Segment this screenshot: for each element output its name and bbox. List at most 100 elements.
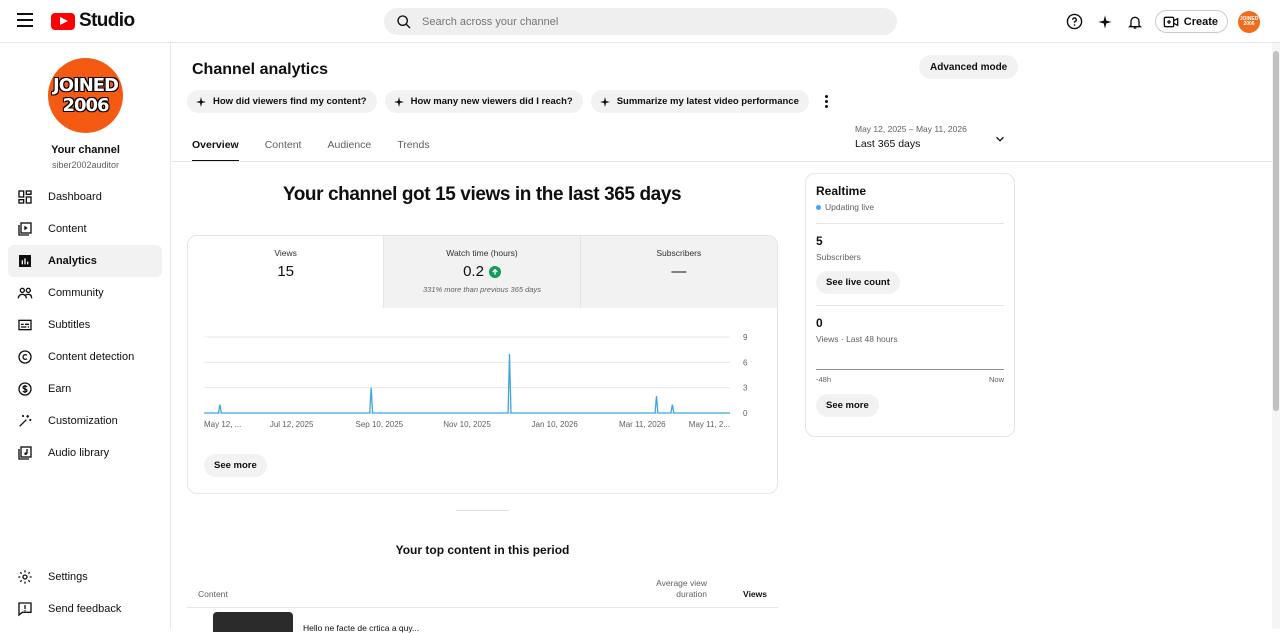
search-bar[interactable]	[384, 8, 897, 35]
sidebar-item-label: Customization	[48, 415, 118, 427]
sidebar-item-settings[interactable]: Settings	[8, 561, 162, 593]
dashboard-icon	[18, 190, 32, 204]
chip-label: How did viewers find my content?	[213, 96, 367, 107]
sidebar-item-subtitles[interactable]: Subtitles	[8, 309, 162, 341]
realtime-title: Realtime	[816, 184, 867, 198]
tab-trends[interactable]: Trends	[397, 139, 429, 161]
community-icon	[17, 287, 33, 299]
sidebar-item-label: Earn	[48, 383, 72, 395]
column-views[interactable]: Views	[727, 589, 767, 599]
metric-watch-time[interactable]: Watch time (hours) 0.2 331% more than pr…	[384, 236, 581, 308]
top-content-header: Content Average view duration Views	[187, 574, 778, 608]
advanced-mode-button[interactable]: Advanced mode	[919, 55, 1019, 79]
chevron-down-icon	[996, 136, 1004, 142]
metric-tabs: Views 15 Watch time (hours) 0.2 331% mor…	[188, 236, 777, 308]
sidebar-item-label: Subtitles	[48, 319, 91, 331]
sidebar-item-dashboard[interactable]: Dashboard	[8, 181, 162, 213]
analytics-tabs: Overview Content Audience Trends	[192, 139, 430, 162]
sidebar-item-customization[interactable]: Customization	[8, 405, 162, 437]
section-divider	[456, 510, 509, 511]
realtime-see-more-button[interactable]: See more	[816, 394, 879, 417]
sidebar-item-earn[interactable]: Earn	[8, 373, 162, 405]
tab-audience[interactable]: Audience	[327, 139, 371, 161]
scrollbar-thumb[interactable]	[1273, 51, 1279, 411]
views-label: Views · Last 48 hours	[816, 334, 898, 344]
video-thumbnail[interactable]	[213, 612, 293, 632]
account-avatar[interactable]: JOINED 2006	[1238, 10, 1260, 33]
sidebar-item-send-feedback[interactable]: Send feedback	[8, 593, 162, 625]
page-scrollbar[interactable]	[1272, 43, 1280, 629]
sidebar-item-community[interactable]: Community	[8, 277, 162, 309]
video-title[interactable]: Hello ne facte de crtica a quy...	[303, 623, 419, 633]
y-tick-label: 3	[743, 384, 748, 393]
help-icon[interactable]	[1065, 12, 1085, 32]
brand-text: Studio	[79, 10, 135, 31]
subtitles-icon	[18, 319, 32, 331]
x-tick-label: Jan 10, 2026	[532, 420, 579, 429]
notifications-icon[interactable]	[1125, 12, 1145, 32]
gear-icon	[18, 570, 32, 584]
x-tick-label: Sep 10, 2025	[356, 420, 404, 429]
channel-handle: siber2002auditor	[51, 160, 120, 170]
chip-viewers-find[interactable]: How did viewers find my content?	[187, 90, 377, 113]
content-icon	[18, 222, 32, 236]
sidebar: JOINED 2006 Your channel siber2002audito…	[0, 43, 171, 629]
metric-value: —	[671, 263, 687, 280]
axis-line	[816, 369, 1004, 370]
tab-overview[interactable]: Overview	[192, 139, 239, 162]
chip-label: How many new viewers did I reach?	[410, 96, 573, 107]
column-average-view-duration[interactable]: Average view duration	[627, 578, 707, 600]
chip-summarize[interactable]: Summarize my latest video performance	[590, 90, 809, 113]
arrow-up-icon	[488, 265, 501, 278]
axis-left-label: -48h	[816, 375, 832, 384]
main-content: Channel analytics Advanced mode How did …	[172, 43, 1272, 633]
x-tick-label: Nov 10, 2025	[443, 420, 491, 429]
live-dot-icon	[816, 204, 821, 210]
subscribers-label: Subscribers	[816, 252, 861, 262]
metric-views[interactable]: Views 15	[188, 236, 385, 308]
see-live-count-button[interactable]: See live count	[816, 271, 900, 294]
youtube-play-icon	[51, 12, 75, 30]
metric-label: Views	[274, 248, 297, 258]
channel-avatar[interactable]: JOINED 2006	[48, 58, 123, 133]
tab-content[interactable]: Content	[265, 139, 302, 161]
date-range-dates: May 12, 2025 – May 11, 2026	[855, 124, 967, 134]
sidebar-item-content-detection[interactable]: Content detection	[8, 341, 162, 373]
page-title: Channel analytics	[192, 61, 329, 78]
tabs-divider	[172, 161, 1272, 162]
see-more-button[interactable]: See more	[204, 454, 267, 477]
overview-card: Views 15 Watch time (hours) 0.2 331% mor…	[187, 235, 778, 494]
subscribers-count: 5	[816, 234, 823, 248]
date-range-label: Last 365 days	[855, 138, 921, 150]
magic-wand-icon	[19, 415, 32, 427]
chip-new-viewers[interactable]: How many new viewers did I reach?	[384, 90, 583, 113]
sidebar-bottom: Settings Send feedback	[8, 561, 162, 625]
y-tick-label: 9	[743, 333, 748, 342]
channel-name: Your channel	[51, 144, 120, 156]
more-options-icon[interactable]	[819, 94, 835, 110]
y-tick-label: 6	[743, 358, 748, 367]
chip-label: Summarize my latest video performance	[616, 96, 799, 107]
search-input[interactable]	[422, 15, 862, 28]
sidebar-item-label: Settings	[48, 571, 88, 583]
create-button[interactable]: Create	[1154, 10, 1228, 33]
search-icon	[397, 14, 411, 28]
sidebar-item-label: Analytics	[48, 255, 97, 267]
studio-logo[interactable]: Studio	[51, 10, 135, 32]
metric-label: Watch time (hours)	[446, 248, 518, 258]
sidebar-item-audio-library[interactable]: Audio library	[8, 437, 162, 469]
top-content-title: Your top content in this period	[395, 543, 570, 557]
menu-icon[interactable]	[17, 13, 33, 27]
sidebar-item-label: Community	[48, 287, 104, 299]
date-range-picker[interactable]: May 12, 2025 – May 11, 2026 Last 365 day…	[855, 124, 1007, 154]
sparkle-icon[interactable]	[1095, 12, 1115, 32]
top-bar: Studio Create JOINED 2006	[0, 0, 1280, 43]
sidebar-item-content[interactable]: Content	[8, 213, 162, 245]
sidebar-item-analytics[interactable]: Analytics	[8, 245, 162, 277]
video-camera-add-icon	[1163, 16, 1179, 27]
analytics-icon	[19, 255, 31, 267]
metric-value: 15	[277, 263, 294, 280]
metric-subscribers[interactable]: Subscribers —	[580, 236, 777, 308]
views-line-chart: 0 3 6 9 May 12, ... Jul 12, 2025 Sep 10, 2025 N…	[204, 333, 748, 429]
create-label: Create	[1183, 15, 1218, 28]
